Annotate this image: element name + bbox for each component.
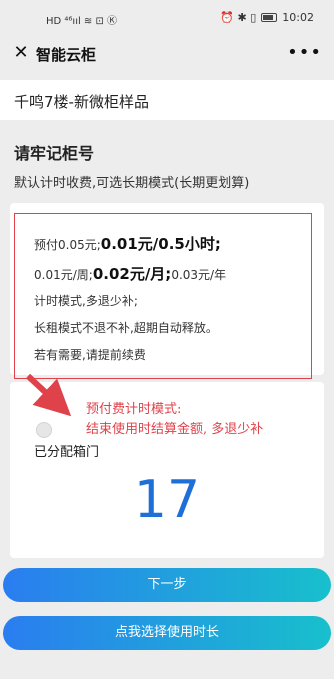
annotation-line-1: 预付费计时模式:	[86, 402, 182, 417]
annotation-line-2: 结束使用时结算金额, 多退少补	[86, 422, 264, 437]
choose-duration-button[interactable]: 点我选择使用时长	[3, 616, 331, 650]
next-step-button[interactable]: 下一步	[3, 568, 331, 602]
